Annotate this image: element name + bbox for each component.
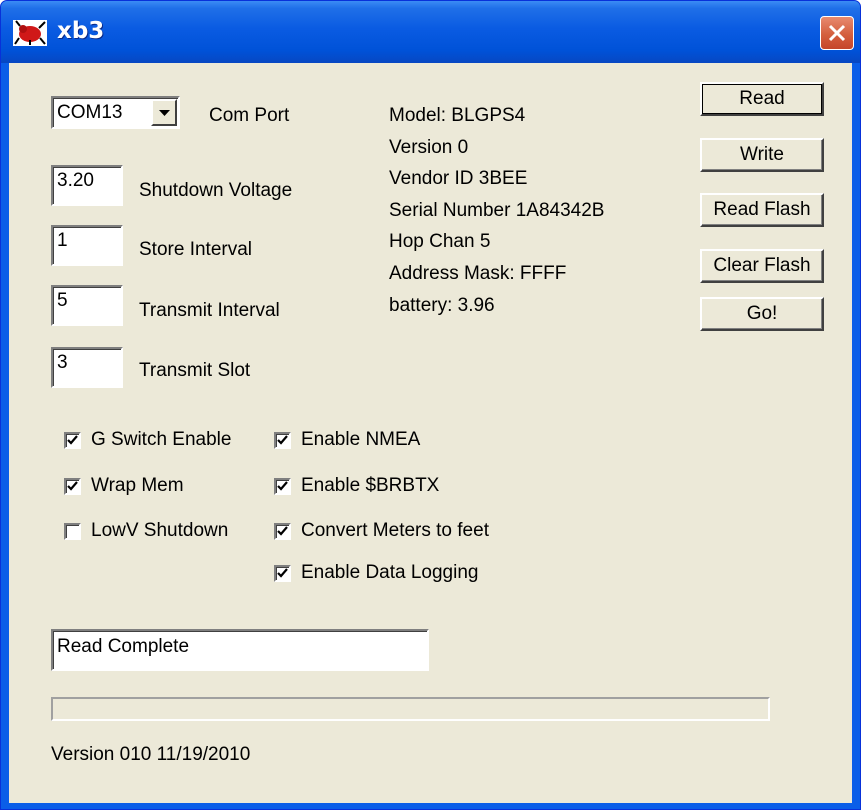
- checkmark-icon: [277, 525, 288, 536]
- transmit-interval-label: Transmit Interval: [139, 300, 280, 321]
- transmit-slot-label: Transmit Slot: [139, 360, 251, 381]
- checkbox-box: [274, 564, 291, 582]
- lowv-shutdown-checkbox[interactable]: LowV Shutdown: [64, 519, 228, 543]
- checkmark-icon: [277, 567, 288, 578]
- com-port-label: Com Port: [209, 105, 290, 126]
- checkbox-box: [274, 431, 291, 449]
- lowv-shutdown-label: LowV Shutdown: [91, 520, 229, 541]
- checkbox-box: [64, 522, 81, 540]
- checkbox-box: [274, 522, 291, 540]
- client-area: COM13 Com Port 3.20 Shutdown Voltage 1 S…: [9, 63, 852, 803]
- store-interval-input[interactable]: 1: [51, 225, 123, 266]
- app-window: xb3 COM13 Com Port 3.20 Shutdown Voltage…: [0, 0, 861, 810]
- progress-bar: [51, 697, 770, 721]
- shutdown-voltage-label: Shutdown Voltage: [139, 180, 293, 201]
- g-switch-enable-label: G Switch Enable: [91, 429, 232, 450]
- convert-meters-label: Convert Meters to feet: [301, 520, 489, 541]
- clear-flash-button[interactable]: Clear Flash: [700, 249, 824, 283]
- status-field[interactable]: Read Complete: [51, 629, 429, 671]
- enable-data-logging-label: Enable Data Logging: [301, 562, 479, 583]
- chevron-down-icon: [159, 110, 170, 116]
- go-button[interactable]: Go!: [700, 297, 824, 331]
- read-button[interactable]: Read: [700, 82, 824, 116]
- close-button[interactable]: [820, 16, 854, 50]
- com-port-dropdown-button[interactable]: [151, 99, 177, 126]
- firmware-version-text: Version 0: [389, 137, 469, 158]
- g-switch-enable-checkbox[interactable]: G Switch Enable: [64, 428, 231, 452]
- enable-data-logging-checkbox[interactable]: Enable Data Logging: [274, 561, 478, 585]
- checkbox-box: [64, 477, 81, 495]
- model-text: Model: BLGPS4: [389, 105, 526, 126]
- title-bar[interactable]: xb3: [1, 1, 860, 63]
- address-mask-text: Address Mask: FFFF: [389, 263, 567, 284]
- app-version-text: Version 010 11/19/2010: [51, 744, 251, 765]
- battery-text: battery: 3.96: [389, 295, 495, 316]
- wrap-mem-checkbox[interactable]: Wrap Mem: [64, 474, 184, 498]
- checkmark-icon: [67, 480, 78, 491]
- window-title: xb3: [57, 18, 105, 44]
- enable-brbtx-label: Enable $BRBTX: [301, 475, 440, 496]
- window-bottom-border: [1, 803, 860, 809]
- hop-channel-text: Hop Chan 5: [389, 231, 491, 252]
- transmit-interval-input[interactable]: 5: [51, 285, 123, 326]
- enable-nmea-label: Enable NMEA: [301, 429, 421, 450]
- checkbox-box: [274, 477, 291, 495]
- transmit-slot-input[interactable]: 3: [51, 347, 123, 388]
- enable-nmea-checkbox[interactable]: Enable NMEA: [274, 428, 420, 452]
- vendor-id-text: Vendor ID 3BEE: [389, 168, 528, 189]
- serial-number-text: Serial Number 1A84342B: [389, 200, 605, 221]
- read-flash-button[interactable]: Read Flash: [700, 193, 824, 227]
- checkmark-icon: [277, 434, 288, 445]
- checkbox-box: [64, 431, 81, 449]
- checkmark-icon: [277, 480, 288, 491]
- write-button[interactable]: Write: [700, 138, 824, 172]
- shutdown-voltage-input[interactable]: 3.20: [51, 165, 123, 206]
- bug-app-icon: [13, 20, 47, 46]
- close-x-icon: [828, 24, 846, 42]
- com-port-select[interactable]: COM13: [51, 96, 180, 129]
- checkmark-icon: [67, 434, 78, 445]
- wrap-mem-label: Wrap Mem: [91, 475, 184, 496]
- store-interval-label: Store Interval: [139, 239, 252, 260]
- convert-meters-checkbox[interactable]: Convert Meters to feet: [274, 519, 489, 543]
- enable-brbtx-checkbox[interactable]: Enable $BRBTX: [274, 474, 439, 498]
- com-port-value: COM13: [57, 102, 123, 123]
